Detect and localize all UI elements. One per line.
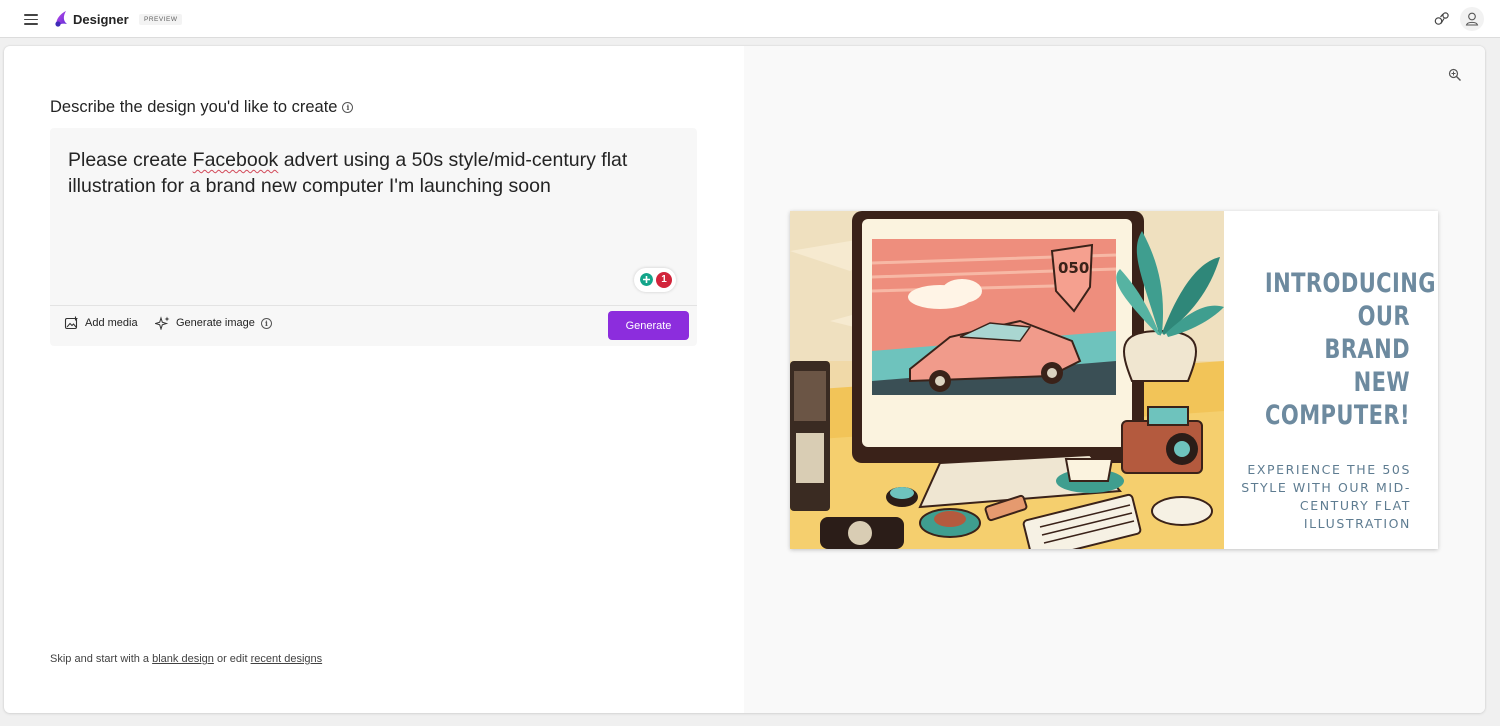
- skip-line: Skip and start with a blank design or ed…: [50, 653, 323, 665]
- prompt-textarea[interactable]: Please create Facebook advert using a 50…: [50, 128, 697, 305]
- generate-image-button[interactable]: Generate image i: [155, 316, 272, 330]
- add-media-button[interactable]: Add media: [64, 316, 138, 330]
- share-icon[interactable]: [1432, 9, 1452, 29]
- generate-image-label: Generate image: [176, 317, 255, 329]
- preview-badge: PREVIEW: [139, 14, 183, 25]
- account-avatar[interactable]: [1460, 7, 1484, 31]
- menu-icon[interactable]: [22, 10, 40, 28]
- grammar-issue-count: 1: [656, 272, 672, 288]
- recent-designs-link[interactable]: recent designs: [251, 653, 323, 665]
- add-media-label: Add media: [85, 317, 138, 329]
- prompt-heading: Describe the design you'd like to create…: [50, 98, 354, 117]
- blank-design-link[interactable]: blank design: [152, 653, 214, 665]
- zoom-icon[interactable]: [1448, 68, 1462, 82]
- flagged-word[interactable]: Facebook: [193, 149, 279, 171]
- screen-sign-text: 050: [1058, 259, 1089, 277]
- prompt-heading-text: Describe the design you'd like to create: [50, 98, 338, 116]
- designer-logo-icon: [55, 11, 67, 27]
- prompt-box: Please create Facebook advert using a 50…: [50, 128, 697, 346]
- info-icon[interactable]: i: [342, 102, 354, 113]
- retro-desk-illustration: 050: [790, 211, 1224, 549]
- prompt-text: Please create Facebook advert using a 50…: [68, 149, 628, 197]
- grammar-bulb-icon: [640, 273, 653, 286]
- toolbar-divider: [50, 305, 697, 306]
- generate-button[interactable]: Generate: [608, 311, 689, 340]
- design-preview-card[interactable]: 050 INTRODUCING OUR BRAND NEW COMPUTER!: [790, 211, 1438, 549]
- add-media-icon: [64, 316, 78, 330]
- ad-headline: INTRODUCING OUR BRAND NEW COMPUTER!: [1264, 268, 1436, 431]
- generate-image-info-icon[interactable]: i: [260, 317, 272, 329]
- main-card: Describe the design you'd like to create…: [4, 46, 1485, 713]
- grammar-checker-widget[interactable]: 1: [634, 268, 676, 292]
- account-icon: [1465, 12, 1479, 26]
- ad-subtext: EXPERIENCE THE 50S STYLE WITH OUR MID-CE…: [1241, 462, 1411, 531]
- app-brand: Designer: [73, 12, 129, 27]
- sparkle-icon: [155, 316, 170, 330]
- top-bar: Designer PREVIEW: [0, 0, 1500, 38]
